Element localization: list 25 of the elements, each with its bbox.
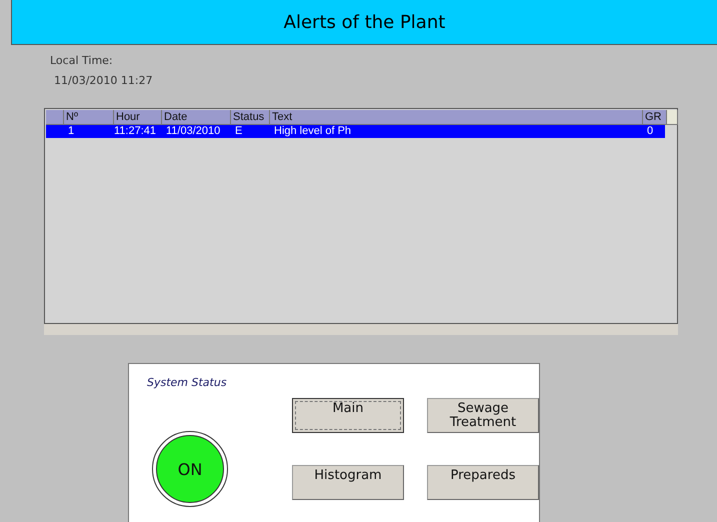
column-header[interactable]: Nº <box>64 110 114 125</box>
header-corner <box>667 110 678 125</box>
nav-button[interactable]: Main <box>292 398 404 433</box>
local-time-value: 11/03/2010 11:27 <box>54 74 154 87</box>
table-cell-text: 0 <box>646 124 654 138</box>
column-header[interactable]: GR <box>643 110 667 125</box>
table-cell-text: 11/03/2010 <box>165 124 222 138</box>
column-header[interactable]: Date <box>162 110 231 125</box>
nav-button[interactable]: Sewage Treatment <box>427 398 539 433</box>
status-indicator: ON <box>156 435 224 503</box>
column-header[interactable]: Hour <box>114 110 162 125</box>
column-header[interactable]: Status <box>231 110 270 125</box>
nav-button[interactable]: Prepareds <box>427 465 539 500</box>
table-cell-text: High level of Ph <box>273 124 352 138</box>
table-cell-text: 1 <box>67 124 76 138</box>
panel-title: System Status <box>147 376 228 389</box>
table-row[interactable]: 1 11:27:41 11/03/2010 E High level of Ph 0 <box>46 124 665 138</box>
nav-button[interactable]: Histogram <box>292 465 404 500</box>
column-header[interactable]: Text <box>270 110 643 125</box>
table-cell-text: 11:27:41 <box>114 124 158 138</box>
window-title: Alerts of the Plant <box>284 12 446 32</box>
table-cell-text: E <box>234 124 244 138</box>
scrollbar[interactable] <box>44 324 678 335</box>
header-corner <box>46 110 64 125</box>
local-time-label: Local Time: <box>50 54 114 67</box>
